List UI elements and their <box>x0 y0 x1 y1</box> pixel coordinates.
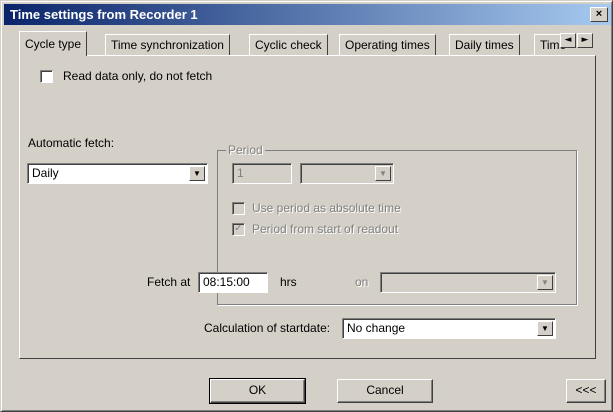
automatic-fetch-select[interactable]: Daily ▼ <box>27 163 208 184</box>
ok-button[interactable]: OK <box>209 378 306 404</box>
startdate-label: Calculation of startdate: <box>204 321 331 335</box>
tab-time-synchronization[interactable]: Time synchronization <box>105 34 230 55</box>
period-from-start-checkbox[interactable]: ✓ <box>232 223 245 236</box>
close-icon: × <box>595 8 603 20</box>
tab-operating-times[interactable]: Operating times <box>339 34 436 55</box>
automatic-fetch-label: Automatic fetch: <box>28 136 115 150</box>
absolute-time-checkbox[interactable] <box>232 202 245 215</box>
read-only-label: Read data only, do not fetch <box>63 69 213 83</box>
period-group-label: Period <box>226 143 265 157</box>
period-count-input[interactable]: 1 <box>232 163 292 184</box>
fetch-at-label: Fetch at <box>147 275 191 289</box>
fetch-at-unit: hrs <box>280 275 297 289</box>
checkmark-icon: ✓ <box>234 223 243 234</box>
tab-strip: Cycle type Time synchronization Cyclic c… <box>19 31 594 56</box>
window-title: Time settings from Recorder 1 <box>10 7 198 22</box>
title-bar[interactable]: Time settings from Recorder 1 × <box>4 4 611 25</box>
automatic-fetch-value: Daily <box>32 166 59 180</box>
fetch-on-dropdown-button[interactable]: ▼ <box>537 275 553 290</box>
cycle-type-panel: Read data only, do not fetch Automatic f… <box>19 55 596 359</box>
startdate-select[interactable]: No change ▼ <box>342 318 556 339</box>
period-unit-dropdown-button[interactable]: ▼ <box>375 166 391 181</box>
tab-scroll-left-button[interactable]: ◄ <box>560 33 576 48</box>
startdate-dropdown-button[interactable]: ▼ <box>537 321 553 336</box>
fetch-at-input[interactable]: 08:15:00 <box>198 272 268 293</box>
tab-daily-times[interactable]: Daily times <box>449 34 520 55</box>
chevron-down-icon: ▼ <box>541 324 549 333</box>
automatic-fetch-dropdown-button[interactable]: ▼ <box>189 166 205 181</box>
absolute-time-label: Use period as absolute time <box>252 201 401 215</box>
chevron-down-icon: ▼ <box>541 278 549 287</box>
cancel-button[interactable]: Cancel <box>337 379 433 403</box>
toggle-details-button[interactable]: <<< <box>566 379 606 403</box>
arrow-left-icon: ◄ <box>564 35 572 45</box>
fetch-on-label: on <box>355 275 369 289</box>
period-from-start-label: Period from start of readout <box>252 222 399 236</box>
chevron-down-icon: ▼ <box>193 169 201 178</box>
arrow-right-icon: ► <box>581 35 589 45</box>
chevron-down-icon: ▼ <box>379 169 387 178</box>
close-button[interactable]: × <box>590 7 608 22</box>
dialog-window: Time settings from Recorder 1 × Cycle ty… <box>0 0 613 412</box>
tab-cycle-type[interactable]: Cycle type <box>19 31 88 56</box>
fetch-on-select[interactable]: ▼ <box>380 272 556 293</box>
tab-scroll-right-button[interactable]: ► <box>577 33 593 48</box>
tab-cyclic-check[interactable]: Cyclic check <box>249 34 328 55</box>
read-only-checkbox[interactable] <box>40 70 53 83</box>
period-unit-select[interactable]: ▼ <box>300 163 394 184</box>
